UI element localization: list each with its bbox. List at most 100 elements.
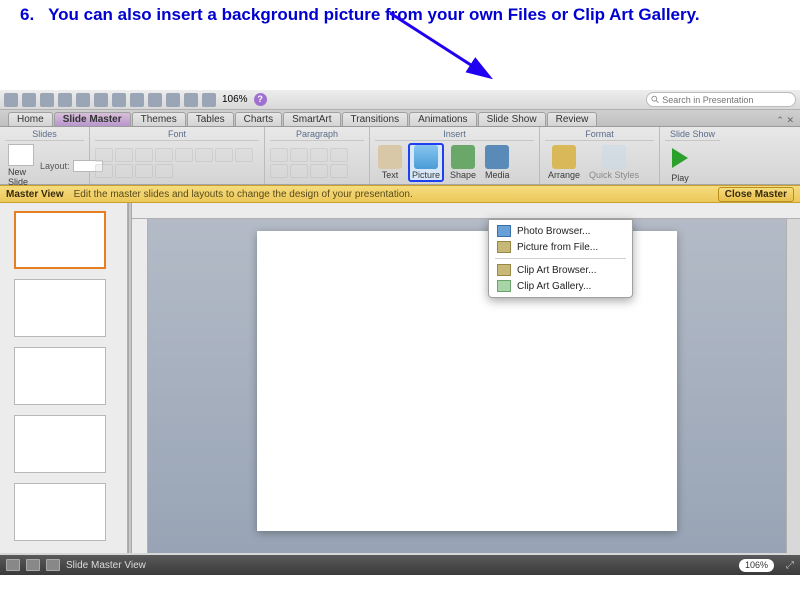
ruler-horizontal: [132, 203, 800, 219]
slide-thumbnail-panel[interactable]: [0, 203, 128, 553]
open-icon[interactable]: [22, 93, 36, 107]
menu-label: Photo Browser...: [517, 226, 590, 237]
view-slideshow-icon[interactable]: [46, 559, 60, 571]
zoom-icon[interactable]: [202, 93, 216, 107]
new-slide-label: New Slide: [8, 167, 34, 187]
quickstyles-label: Quick Styles: [589, 170, 639, 180]
toolbox-icon[interactable]: [184, 93, 198, 107]
copy-icon[interactable]: [130, 93, 144, 107]
step-text: You can also insert a background picture…: [48, 5, 699, 24]
tab-review[interactable]: Review: [547, 112, 598, 126]
text-label: Text: [382, 170, 399, 180]
slide-thumbnail[interactable]: [14, 347, 106, 405]
master-view-infobar: Master View Edit the master slides and l…: [0, 185, 800, 203]
save-icon[interactable]: [40, 93, 54, 107]
slide-thumbnail[interactable]: [14, 415, 106, 473]
arrange-button[interactable]: Arrange: [545, 144, 583, 181]
status-zoom[interactable]: 106%: [739, 559, 774, 572]
clipart-gallery-icon: [497, 280, 511, 292]
menu-label: Picture from File...: [517, 242, 598, 253]
play-label: Play: [671, 173, 689, 183]
menu-clipart-gallery[interactable]: Clip Art Gallery...: [489, 278, 632, 294]
tab-transitions[interactable]: Transitions: [342, 112, 409, 126]
group-font: Font: [90, 127, 265, 184]
workspace: Photo Browser... Picture from File... Cl…: [0, 203, 800, 553]
group-title-format: Format: [545, 129, 654, 141]
group-title-insert: Insert: [375, 129, 534, 141]
menu-label: Clip Art Browser...: [517, 265, 596, 276]
play-button[interactable]: Play: [665, 143, 695, 184]
slide-thumbnail[interactable]: [14, 483, 106, 541]
zoom-value[interactable]: 106%: [222, 94, 248, 105]
ribbon: Slides New Slide Layout: Font Paragraph …: [0, 127, 800, 185]
new-slide-icon: [8, 144, 34, 166]
group-paragraph: Paragraph: [265, 127, 370, 184]
scrollbar-vertical[interactable]: [786, 219, 800, 553]
font-controls[interactable]: [95, 148, 255, 178]
step-number: 6.: [20, 5, 34, 24]
picture-button[interactable]: Picture: [408, 143, 444, 182]
ribbon-tabs: Home Slide Master Themes Tables Charts S…: [0, 110, 800, 127]
new-slide-button[interactable]: New Slide: [5, 143, 37, 188]
group-title-font: Font: [95, 129, 259, 141]
status-bar: Slide Master View 106% ⤢: [0, 555, 800, 575]
quickstyles-icon: [602, 145, 626, 169]
tab-smartart[interactable]: SmartArt: [283, 112, 340, 126]
master-view-title: Master View: [6, 189, 64, 200]
fit-icon[interactable]: ⤢: [786, 560, 794, 571]
tab-charts[interactable]: Charts: [235, 112, 282, 126]
group-title-slideshow: Slide Show: [665, 129, 720, 141]
layout-label: Layout:: [40, 161, 70, 171]
view-sorter-icon[interactable]: [26, 559, 40, 571]
group-slides: Slides New Slide Layout:: [0, 127, 90, 184]
shape-button[interactable]: Shape: [447, 144, 479, 181]
help-icon[interactable]: ?: [254, 93, 267, 106]
arrange-label: Arrange: [548, 170, 580, 180]
tab-slide-master[interactable]: Slide Master: [54, 112, 131, 126]
menu-photo-browser[interactable]: Photo Browser...: [489, 223, 632, 239]
quickstyles-button[interactable]: Quick Styles: [586, 144, 642, 181]
tab-tables[interactable]: Tables: [187, 112, 234, 126]
tab-home[interactable]: Home: [8, 112, 53, 126]
redo-icon[interactable]: [94, 93, 108, 107]
view-normal-icon[interactable]: [6, 559, 20, 571]
new-icon[interactable]: [4, 93, 18, 107]
text-icon: [378, 145, 402, 169]
undo-icon[interactable]: [76, 93, 90, 107]
master-view-msg: Edit the master slides and layouts to ch…: [74, 189, 413, 200]
arrange-icon: [552, 145, 576, 169]
text-button[interactable]: Text: [375, 144, 405, 181]
menu-picture-from-file[interactable]: Picture from File...: [489, 239, 632, 255]
instruction-area: 6. You can also insert a background pict…: [0, 0, 800, 90]
media-label: Media: [485, 170, 510, 180]
paste-icon[interactable]: [148, 93, 162, 107]
cut-icon[interactable]: [112, 93, 126, 107]
powerpoint-window: 106% ? Home Slide Master Themes Tables C…: [0, 90, 800, 555]
menu-label: Clip Art Gallery...: [517, 281, 591, 292]
slide-thumbnail[interactable]: [14, 279, 106, 337]
group-slideshow: Slide Show Play: [660, 127, 725, 184]
ruler-vertical: [132, 219, 148, 553]
play-icon: [672, 148, 688, 168]
menu-clipart-browser[interactable]: Clip Art Browser...: [489, 262, 632, 278]
slide-thumbnail[interactable]: [14, 211, 106, 269]
tab-animations[interactable]: Animations: [409, 112, 476, 126]
canvas-area: Photo Browser... Picture from File... Cl…: [132, 203, 800, 553]
menu-separator: [495, 258, 626, 259]
shape-icon: [451, 145, 475, 169]
media-button[interactable]: Media: [482, 144, 513, 181]
print-icon[interactable]: [58, 93, 72, 107]
tab-slide-show[interactable]: Slide Show: [478, 112, 546, 126]
format-icon[interactable]: [166, 93, 180, 107]
group-title-slides: Slides: [5, 129, 84, 141]
tab-themes[interactable]: Themes: [132, 112, 186, 126]
paragraph-controls[interactable]: [270, 148, 364, 178]
ribbon-collapse-icon[interactable]: ⌃ ✕: [776, 115, 794, 126]
close-master-button[interactable]: Close Master: [718, 187, 794, 202]
search-box[interactable]: [646, 92, 796, 107]
slide-canvas[interactable]: Photo Browser... Picture from File... Cl…: [148, 219, 786, 553]
picture-file-icon: [497, 241, 511, 253]
search-input[interactable]: [662, 95, 791, 105]
shape-label: Shape: [450, 170, 476, 180]
group-format: Format Arrange Quick Styles: [540, 127, 660, 184]
